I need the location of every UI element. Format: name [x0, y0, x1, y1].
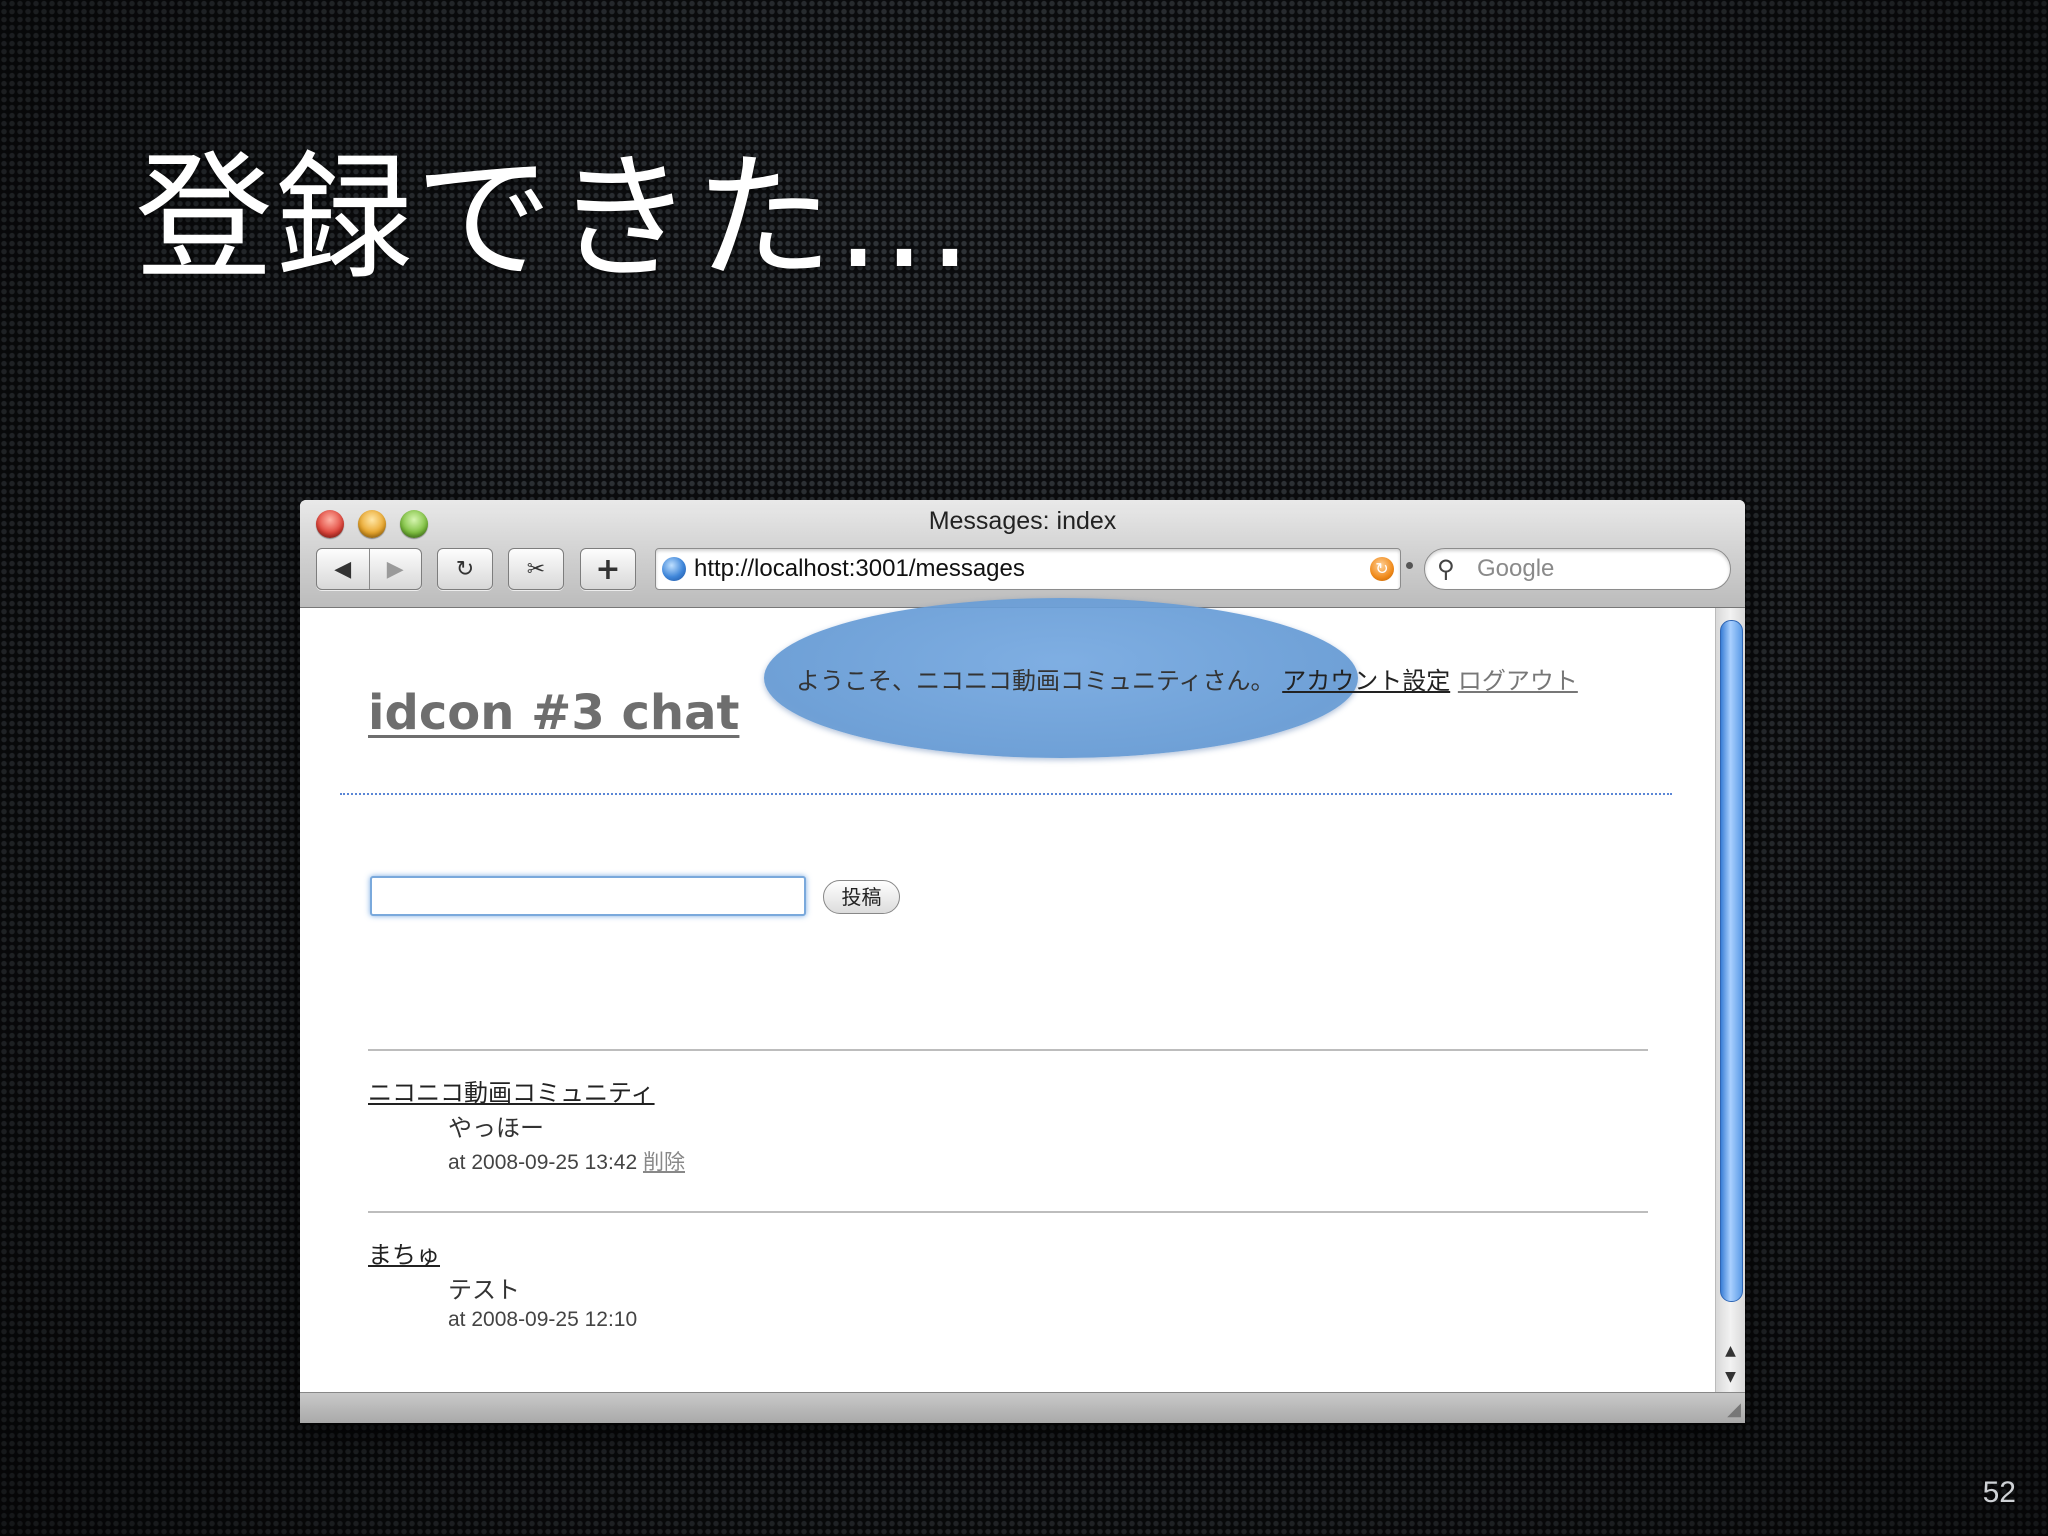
status-bar: ◢: [300, 1392, 1745, 1423]
message-timestamp: at 2008-09-25 12:10: [448, 1308, 638, 1331]
message-author-link[interactable]: まちゅ: [368, 1235, 440, 1270]
message-meta: at 2008-09-25 13:42 削除: [448, 1146, 685, 1176]
separator-dot: [1406, 562, 1413, 569]
post-button[interactable]: 投稿: [823, 880, 900, 914]
slide-title: 登録できた…: [135, 138, 976, 299]
user-nav: ようこそ、ニコニコ動画コミュニティさん。 アカウント設定 ログアウト: [796, 661, 1578, 696]
welcome-text: ようこそ、ニコニコ動画コミュニティさん。: [796, 667, 1275, 695]
search-field[interactable]: ⚲ Google: [1424, 548, 1731, 590]
browser-titlebar: Messages: index ◀ ▶ ↻ ✂ + http://localho…: [300, 500, 1745, 608]
message-timestamp: at 2008-09-25 13:42: [448, 1151, 638, 1174]
search-icon[interactable]: ⚲: [1437, 555, 1455, 583]
reload-icon: ↻: [455, 556, 475, 582]
window-title: Messages: index: [928, 507, 1117, 535]
back-arrow-icon[interactable]: ◀: [317, 549, 369, 589]
browser-window: Messages: index ◀ ▶ ↻ ✂ + http://localho…: [300, 500, 1745, 1423]
page-content: ようこそ、ニコニコ動画コミュニティさん。 アカウント設定 ログアウト idcon…: [300, 598, 1716, 1393]
address-url[interactable]: http://localhost:3001/messages: [694, 555, 1025, 583]
message-author-link[interactable]: ニコニコ動画コミュニティ: [368, 1073, 655, 1108]
scroll-up-icon[interactable]: ▲: [1716, 1339, 1745, 1363]
address-bar[interactable]: http://localhost:3001/messages ↻: [655, 548, 1401, 590]
vertical-scrollbar[interactable]: ▲ ▼: [1715, 608, 1745, 1393]
reload-button[interactable]: ↻: [437, 548, 493, 590]
scrollbar-thumb[interactable]: [1720, 620, 1743, 1302]
scroll-down-icon[interactable]: ▼: [1716, 1365, 1745, 1389]
globe-icon: [662, 557, 686, 581]
scissors-icon: ✂: [526, 556, 546, 582]
refresh-rss-icon[interactable]: ↻: [1370, 557, 1394, 581]
forward-arrow-icon[interactable]: ▶: [368, 549, 422, 589]
message-input[interactable]: [370, 876, 806, 916]
logout-link[interactable]: ログアウト: [1458, 667, 1578, 695]
plus-icon: +: [595, 551, 621, 587]
message-divider: [368, 1211, 1648, 1213]
message-divider: [368, 1049, 1648, 1051]
header-divider: [340, 793, 1672, 795]
back-forward-buttons: ◀ ▶: [316, 548, 422, 590]
slide-page-number: 52: [1982, 1476, 2016, 1509]
snippet-button[interactable]: ✂: [508, 548, 564, 590]
message-body: テスト: [448, 1276, 520, 1304]
search-placeholder: Google: [1477, 555, 1555, 582]
message-body: やっほー: [448, 1114, 544, 1142]
message-meta: at 2008-09-25 12:10: [448, 1308, 637, 1332]
account-settings-link[interactable]: アカウント設定: [1282, 667, 1450, 695]
add-bookmark-button[interactable]: +: [580, 548, 636, 590]
resize-grip-icon[interactable]: ◢: [1727, 1399, 1741, 1420]
delete-link[interactable]: 削除: [643, 1150, 685, 1174]
site-title-link[interactable]: idcon #3 chat: [368, 685, 739, 741]
